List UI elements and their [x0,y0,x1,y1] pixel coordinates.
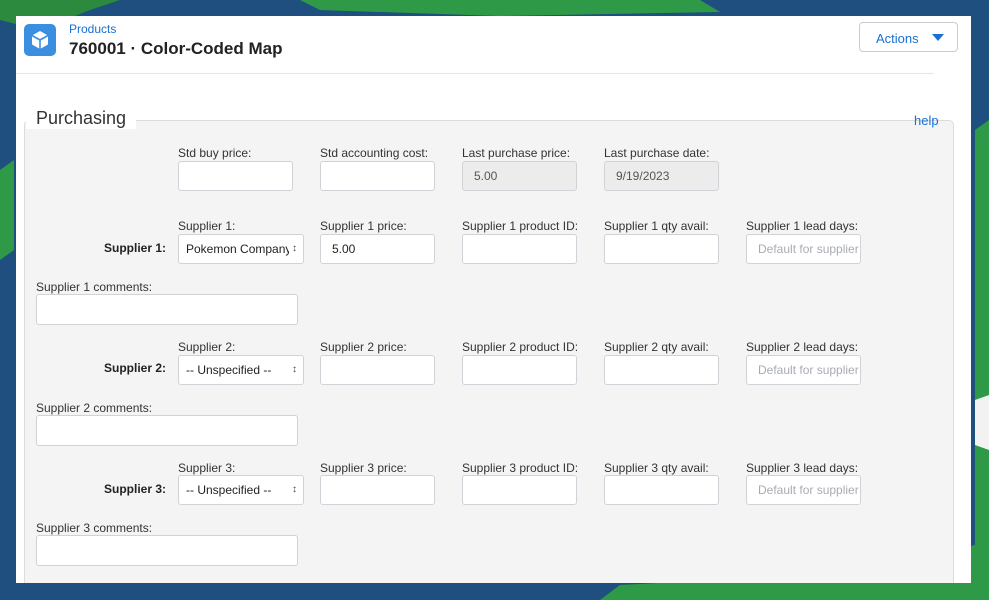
supplier-3-product-id-label: Supplier 3 product ID: [462,461,579,475]
updown-arrows-icon: ↕ [289,235,297,263]
supplier-1-lead-input[interactable]: Default for supplier [746,234,861,264]
supplier-2-price-label: Supplier 2 price: [320,340,407,354]
supplier-3-qty-input[interactable] [604,475,719,505]
supplier-2-select-value: -- Unspecified -- [186,363,272,377]
supplier-2-select[interactable]: -- Unspecified -- ↕ [178,355,304,385]
updown-arrows-icon: ↕ [289,356,297,384]
std-accounting-cost-label: Std accounting cost: [320,146,429,160]
app-window: Products 760001 · Color-Coded Map Action… [16,16,971,583]
supplier-1-product-id-label: Supplier 1 product ID: [462,219,579,233]
supplier-2-qty-input[interactable] [604,355,719,385]
supplier-3-price-label: Supplier 3 price: [320,461,407,475]
last-purchase-date-field: 9/19/2023 [604,161,719,191]
std-buy-price-label: Std buy price: [178,146,252,160]
supplier-2-lead-label: Supplier 2 lead days: [746,340,859,354]
actions-label: Actions [876,31,919,46]
supplier-1-select[interactable]: Pokemon Company ↕ [178,234,304,264]
supplier-3-select[interactable]: -- Unspecified -- ↕ [178,475,304,505]
supplier-3-price-input[interactable] [320,475,435,505]
std-accounting-cost-input[interactable] [320,161,435,191]
supplier-2-label: Supplier 2: [178,340,236,354]
supplier-1-product-id-input[interactable] [462,234,577,264]
actions-button[interactable]: Actions [859,22,958,52]
supplier-3-row-label: Supplier 3: [103,482,166,496]
updown-arrows-icon: ↕ [289,476,297,504]
supplier-1-lead-label: Supplier 1 lead days: [746,219,859,233]
last-purchase-date-label: Last purchase date: [604,146,710,160]
supplier-3-comments-label: Supplier 3 comments: [36,521,153,535]
supplier-2-lead-input[interactable]: Default for supplier [746,355,861,385]
supplier-2-product-id-input[interactable] [462,355,577,385]
supplier-3-select-value: -- Unspecified -- [186,483,272,497]
supplier-3-product-id-input[interactable] [462,475,577,505]
supplier-2-price-input[interactable] [320,355,435,385]
supplier-3-lead-label: Supplier 3 lead days: [746,461,859,475]
header-divider [16,73,934,74]
supplier-2-qty-label: Supplier 2 qty avail: [604,340,709,354]
supplier-1-row-label: Supplier 1: [103,241,166,255]
breadcrumb[interactable]: Products [69,22,116,36]
supplier-1-comments-input[interactable] [36,294,298,325]
supplier-1-price-label: Supplier 1 price: [320,219,407,233]
page-title: 760001 · Color-Coded Map [69,39,283,58]
supplier-3-qty-label: Supplier 3 qty avail: [604,461,709,475]
last-purchase-price-field: 5.00 [462,161,577,191]
section-title: Purchasing [26,108,137,129]
std-buy-price-input[interactable] [178,161,293,191]
supplier-3-label: Supplier 3: [178,461,236,475]
supplier-2-comments-input[interactable] [36,415,298,446]
help-link[interactable]: help [914,113,939,128]
last-purchase-price-label: Last purchase price: [462,146,571,160]
supplier-1-select-value: Pokemon Company [186,242,292,256]
supplier-1-price-input[interactable]: 5.00 [320,234,435,264]
supplier-3-comments-input[interactable] [36,535,298,566]
page-header: Products 760001 · Color-Coded Map Action… [16,16,971,74]
supplier-1-qty-input[interactable] [604,234,719,264]
caret-down-icon [932,34,944,41]
supplier-1-qty-label: Supplier 1 qty avail: [604,219,709,233]
supplier-2-row-label: Supplier 2: [103,361,166,375]
supplier-1-label: Supplier 1: [178,219,236,233]
supplier-3-lead-input[interactable]: Default for supplier [746,475,861,505]
cube-icon [24,24,56,56]
supplier-2-product-id-label: Supplier 2 product ID: [462,340,579,354]
supplier-1-comments-label: Supplier 1 comments: [36,280,153,294]
supplier-2-comments-label: Supplier 2 comments: [36,401,153,415]
